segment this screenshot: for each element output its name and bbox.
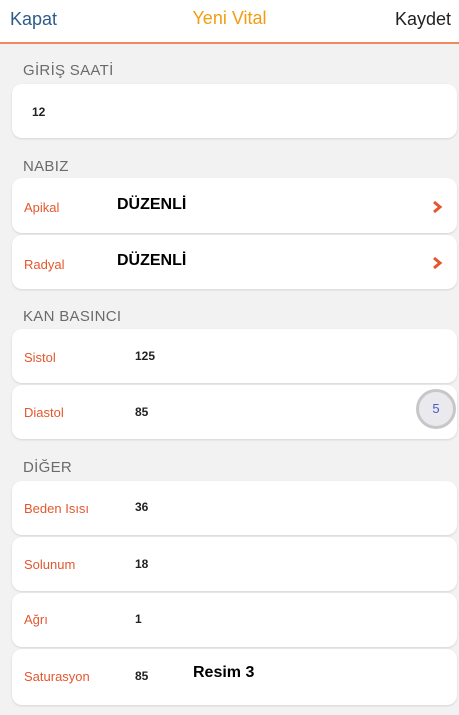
section-title-diger: DİĞER [23, 459, 73, 476]
sistol-label: Sistol [24, 350, 56, 365]
sistol-value: 125 [135, 349, 156, 363]
solunum-row[interactable]: Solunum 18 [12, 537, 457, 591]
saturasyon-value: 85 [135, 669, 149, 683]
top-bar: Kapat Yeni Vital Kaydet [0, 0, 459, 44]
agri-row[interactable]: Ağrı 1 [12, 593, 457, 647]
diastol-value: 85 [135, 405, 149, 419]
radyal-label: Radyal [24, 257, 65, 272]
saturasyon-row[interactable]: Saturasyon 85 Resim 3 [12, 649, 457, 705]
apikal-label: Apikal [24, 200, 60, 215]
section-title-nabiz: NABIZ [23, 158, 69, 175]
agri-label: Ağrı [24, 612, 48, 627]
touch-indicator-badge[interactable]: 5 [416, 389, 456, 429]
save-button[interactable]: Kaydet [395, 9, 451, 30]
chevron-right-icon [431, 200, 443, 214]
diastol-label: Diastol [24, 405, 64, 420]
radyal-value: DÜZENLİ [117, 252, 187, 269]
page-title: Yeni Vital [192, 8, 267, 28]
giris-saati-field[interactable]: 12 [12, 84, 457, 138]
apikal-value: DÜZENLİ [117, 196, 187, 213]
diastol-row[interactable]: Diastol 85 [12, 385, 457, 439]
radyal-row[interactable]: Radyal DÜZENLİ [12, 235, 457, 289]
beden-isisi-row[interactable]: Beden Isısı 36 [12, 481, 457, 535]
agri-value: 1 [135, 612, 142, 626]
giris-saati-value: 12 [32, 105, 46, 119]
image-caption: Resim 3 [193, 664, 255, 681]
beden-isisi-value: 36 [135, 500, 149, 514]
sistol-row[interactable]: Sistol 125 [12, 329, 457, 383]
saturasyon-label: Saturasyon [24, 669, 90, 684]
beden-isisi-label: Beden Isısı [24, 501, 90, 516]
section-title-giris: GİRİŞ SAATİ [23, 62, 114, 79]
section-title-kan: KAN BASINCI [23, 308, 122, 325]
solunum-value: 18 [135, 557, 149, 571]
apikal-row[interactable]: Apikal DÜZENLİ [12, 178, 457, 233]
solunum-label: Solunum [24, 557, 76, 572]
chevron-right-icon [431, 256, 443, 270]
